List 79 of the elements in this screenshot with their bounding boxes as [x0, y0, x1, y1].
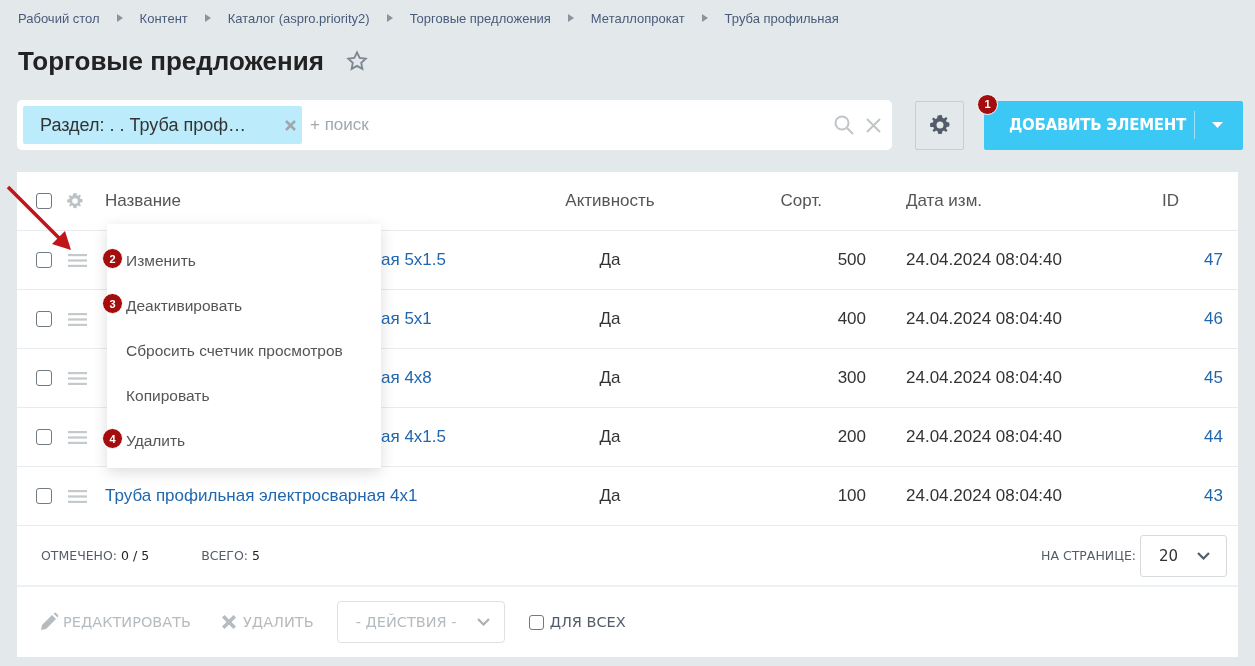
table-cell-text: 300	[836, 368, 867, 388]
menu-icon[interactable]	[68, 253, 87, 267]
chevron-icon	[701, 14, 708, 22]
clear-icon[interactable]	[866, 117, 881, 133]
per-page-label: НА СТРАНИЦЕ:	[1041, 548, 1136, 563]
breadcrumb-link[interactable]: Каталог (aspro.priority2)	[227, 10, 370, 26]
chevron-icon	[116, 14, 123, 22]
for-all-checkbox[interactable]	[528, 614, 544, 630]
search-icon[interactable]	[834, 115, 854, 135]
settings-icon[interactable]	[67, 193, 83, 209]
checkbox-label: ДЛЯ ВСЕХ	[549, 614, 626, 630]
id-link[interactable]: 47	[1204, 250, 1223, 269]
chevron-icon	[476, 618, 490, 626]
column-header[interactable]: ID	[1100, 191, 1238, 211]
menu-item[interactable]: Копировать	[124, 373, 381, 418]
item-name-link[interactable]: ая 5x1.5	[381, 250, 446, 269]
chevron-icon	[204, 14, 211, 22]
item-name-link[interactable]: ая 4x1.5	[381, 427, 446, 446]
table-cell-text: Да	[598, 250, 622, 270]
breadcrumb-link[interactable]: Труба профильная	[724, 10, 839, 26]
table-cell-text: 24.04.2024 08:04:40	[905, 250, 1063, 270]
breadcrumb-link[interactable]: Металлопрокат	[590, 10, 685, 26]
row-checkbox[interactable]	[36, 488, 52, 504]
column-header[interactable]: Дата изм.	[880, 191, 1100, 211]
settings-icon	[929, 115, 950, 135]
table-cell-text: Да	[598, 486, 622, 506]
table-cell-text: Да	[598, 368, 622, 388]
table-cell-text: 24.04.2024 08:04:40	[905, 486, 1063, 506]
chevron-icon	[386, 14, 393, 22]
table-cell-text: 200	[836, 427, 867, 447]
row-checkbox[interactable]	[36, 370, 52, 386]
menu-item[interactable]: Сбросить счетчик просмотров	[124, 328, 381, 373]
per-page-select[interactable]: 20	[1140, 534, 1227, 577]
breadcrumb-link[interactable]: Торговые предложения	[409, 10, 551, 26]
settings-button[interactable]	[915, 100, 964, 150]
item-name-link[interactable]: ая 4x8	[381, 368, 432, 387]
table-cell-text: 100	[836, 486, 867, 506]
item-name-link[interactable]: Труба профильная электросварная 4x1	[105, 486, 418, 505]
table-cell-text: 500	[836, 250, 867, 270]
row-checkbox[interactable]	[36, 252, 52, 268]
id-link[interactable]: 44	[1204, 427, 1223, 446]
cross-icon	[219, 612, 239, 632]
caret-icon[interactable]	[1212, 122, 1223, 128]
page-title: Торговые предложения	[18, 45, 324, 77]
breadcrumb-link[interactable]: Контент	[139, 10, 188, 26]
column-header[interactable]: Сорт.	[680, 191, 880, 211]
table-cell-text: Да	[598, 427, 622, 447]
total-count: ВСЕГО: 5	[201, 548, 260, 563]
search-field[interactable]: Раздел: . . Труба проф… + поиск	[17, 100, 892, 150]
table-cell-text: 400	[836, 309, 867, 329]
chevron-icon	[567, 14, 574, 22]
breadcrumb-link[interactable]: Рабочий стол	[18, 10, 100, 26]
id-link[interactable]: 43	[1204, 486, 1223, 505]
id-link[interactable]: 46	[1204, 309, 1223, 328]
menu-icon[interactable]	[68, 371, 87, 385]
column-header[interactable]: Активность	[540, 191, 680, 211]
filter-tag[interactable]: Раздел: . . Труба проф…	[23, 106, 302, 144]
item-name-link[interactable]: ая 5x1	[381, 309, 432, 328]
select-all-checkbox[interactable]	[36, 193, 52, 209]
table-cell-text: 24.04.2024 08:04:40	[905, 309, 1063, 329]
table-cell-text: 24.04.2024 08:04:40	[905, 368, 1063, 388]
pencil-icon	[39, 612, 59, 632]
table-cell-text: Да	[598, 309, 622, 329]
menu-icon[interactable]	[68, 312, 87, 326]
marked-count: ОТМЕЧЕНО: 0 / 5	[41, 548, 150, 563]
close-icon[interactable]	[285, 119, 296, 131]
menu-icon[interactable]	[68, 489, 87, 503]
column-header[interactable]: Название	[97, 191, 540, 211]
star-icon[interactable]	[345, 50, 368, 72]
row-checkbox[interactable]	[36, 429, 52, 445]
table-cell-text: 24.04.2024 08:04:40	[905, 427, 1063, 447]
chevron-icon	[1197, 551, 1210, 560]
menu-item[interactable]: Удалить	[124, 418, 381, 463]
step-badge: 1	[977, 93, 998, 115]
id-link[interactable]: 45	[1204, 368, 1223, 387]
row-checkbox[interactable]	[36, 311, 52, 327]
menu-icon[interactable]	[68, 430, 87, 444]
menu-item[interactable]: Деактивировать	[124, 283, 381, 328]
menu-item[interactable]: Изменить	[124, 238, 381, 283]
